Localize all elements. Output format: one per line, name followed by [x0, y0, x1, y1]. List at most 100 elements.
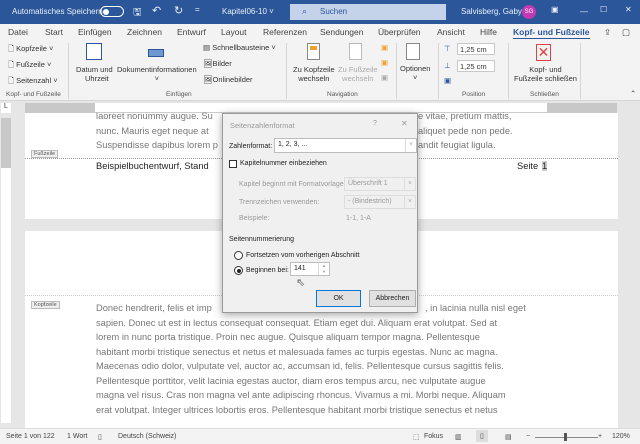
fortsetzen-label[interactable]: Fortsetzen vom vorherigen Abschnitt — [246, 252, 360, 259]
tab-sendungen[interactable]: Sendungen — [320, 27, 364, 37]
schnellbausteine-button[interactable]: ▤ Schnellbausteine ˅ — [203, 43, 276, 52]
kopfzeile-button[interactable]: 🗋 Kopfzeile ˅ — [8, 43, 53, 56]
autosave-toggle[interactable] — [100, 6, 124, 17]
mouse-cursor-icon: ⇖ — [296, 277, 306, 289]
tab-selector[interactable]: L — [1, 103, 11, 113]
tab-hilfe[interactable]: Hilfe — [480, 27, 497, 37]
zu-fusszeile-button: Zu Fußzeile wechseln — [338, 65, 378, 83]
focus-icon[interactable]: ⬚ — [413, 433, 420, 441]
body-text: , in lacinia nulla nisl eget — [425, 303, 526, 313]
dialog-close-button[interactable]: ✕ — [401, 119, 408, 128]
onlinebilder-button[interactable]: 🖼Onlinebilder — [203, 75, 253, 84]
body-text: e vitae, pretium mattis, — [418, 111, 512, 121]
footer-page-label[interactable]: Seite — [517, 161, 538, 171]
body-text: erat volutpat. Integer ultrices lobortis… — [96, 405, 498, 415]
proofing-icon[interactable]: ▯ — [98, 433, 102, 441]
start-number-spinner[interactable]: 141 ▲ ▼ — [290, 262, 330, 276]
quick-parts-icon: ▤ — [203, 43, 211, 52]
zoom-level[interactable]: 120% — [612, 433, 630, 440]
optionen-button[interactable]: Optionen ˅ — [400, 64, 430, 82]
minimize-icon[interactable]: — — [580, 7, 588, 16]
tab-einfuegen[interactable]: Einfügen — [78, 27, 112, 37]
group-label: Navigation — [327, 91, 358, 98]
calendar-clock-icon — [86, 43, 102, 60]
vertical-scrollbar[interactable] — [626, 103, 640, 425]
user-name[interactable]: Salvisberg, Gaby — [461, 7, 522, 16]
alignment-tab-icon[interactable]: ▣ — [444, 76, 451, 85]
tab-datei[interactable]: Datei — [8, 27, 28, 37]
page-number-field[interactable]: 1 — [542, 161, 548, 171]
kopf-und-fusszeile-schliessen-button[interactable]: Kopf- und Fußzeile schließen — [514, 65, 577, 83]
focus-button[interactable]: Fokus — [424, 433, 443, 440]
body-text: habitant morbi tristique senectus et net… — [96, 347, 498, 357]
zahlenformat-label: Zahlenformat: — [229, 143, 273, 150]
kapitel-formatvorlage-select: Überschrift 1 ˅ — [344, 177, 416, 191]
maximize-icon[interactable]: ☐ — [600, 5, 607, 14]
online-pictures-icon: 🖼 — [203, 75, 213, 84]
footer-text[interactable]: Beispielbuchentwurf, Stand — [96, 161, 209, 171]
collapse-ribbon-icon[interactable]: ⌃ — [630, 89, 636, 98]
body-text: laoreet nonummy augue. Su — [96, 111, 213, 121]
footer-position-input[interactable]: 1,25 cm — [457, 60, 495, 72]
bilder-button[interactable]: 🖼Bilder — [203, 59, 232, 68]
page-count[interactable]: Seite 1 von 122 — [6, 433, 55, 440]
word-count[interactable]: 1 Wort — [67, 433, 88, 440]
save-icon[interactable]: 🖫 — [133, 5, 142, 22]
beginnen-label[interactable]: Beginnen bei: — [246, 267, 289, 274]
tab-entwurf[interactable]: Entwurf — [177, 27, 206, 37]
help-button[interactable]: ? — [373, 120, 377, 127]
undo-icon[interactable]: ↶ — [152, 4, 161, 17]
ok-button[interactable]: OK — [316, 290, 361, 307]
document-title[interactable]: Kapitel06-10 ˅ — [222, 7, 274, 16]
header-label: Kopfzeile — [31, 301, 60, 309]
tab-layout[interactable]: Layout — [221, 27, 247, 37]
kapitelnummer-checkbox[interactable] — [229, 160, 237, 168]
tab-zeichnen[interactable]: Zeichnen — [127, 27, 162, 37]
ribbon-display-icon[interactable]: ▣ — [551, 5, 559, 14]
share-icon[interactable]: ⇪ — [604, 27, 611, 38]
spinner-arrows-icon[interactable]: ▲ ▼ — [318, 263, 329, 275]
abbrechen-button[interactable]: Abbrechen — [369, 290, 416, 307]
trennzeichen-select: - (Bindestrich) ˅ — [344, 195, 416, 209]
kapitel-formatvorlage-label: Kapitel beginnt mit Formatvorlage: — [239, 181, 346, 188]
fortsetzen-radio[interactable] — [234, 251, 243, 260]
ribbon: 🗋 Kopfzeile ˅ 🗋 Fußzeile ˅ 🗋 Seitenzahl … — [0, 39, 640, 101]
tab-referenzen[interactable]: Referenzen — [263, 27, 307, 37]
header-position-input[interactable]: 1,25 cm — [457, 43, 495, 55]
tab-ueberpruefen[interactable]: Überprüfen — [378, 27, 421, 37]
comments-icon[interactable]: ▢ — [622, 27, 630, 38]
avatar[interactable]: SG — [522, 5, 536, 19]
tab-ansicht[interactable]: Ansicht — [437, 27, 465, 37]
seitenzahl-button[interactable]: 🗋 Seitenzahl ˅ — [8, 75, 58, 88]
zoom-slider-thumb[interactable] — [564, 433, 567, 441]
body-text: Donec hendrerit, felis et imp — [96, 303, 212, 313]
tab-start[interactable]: Start — [45, 27, 63, 37]
zoom-out-button[interactable]: − — [526, 433, 530, 440]
beginnen-radio[interactable] — [234, 266, 243, 275]
search-icon: ⌕ — [302, 6, 308, 16]
dokumentinformationen-button[interactable]: Dokumentinformationen ˅ — [117, 65, 197, 83]
beispiele-value: 1-1, 1-A — [346, 215, 371, 222]
next-icon[interactable]: ▣ — [381, 58, 388, 67]
datum-button[interactable]: Datum und Uhrzeit — [76, 65, 113, 83]
document-info-icon — [148, 49, 164, 57]
zoom-in-button[interactable]: + — [598, 433, 602, 440]
body-text: sapien. Donec ut est in lectus consequat… — [96, 318, 498, 328]
fusszeile-button[interactable]: 🗋 Fußzeile ˅ — [8, 59, 51, 72]
zu-kopfzeile-button[interactable]: Zu Kopfzeile wechseln — [293, 65, 335, 83]
language[interactable]: Deutsch (Schweiz) — [118, 433, 176, 440]
web-layout-icon[interactable]: ▤ — [505, 433, 512, 441]
redo-icon[interactable]: ↻ — [174, 4, 183, 17]
customize-toolbar-icon[interactable]: = — [195, 5, 200, 14]
zahlenformat-select[interactable]: 1, 2, 3, ... ˅ — [274, 138, 417, 153]
previous-icon[interactable]: ▣ — [381, 43, 388, 52]
vertical-ruler[interactable] — [1, 118, 11, 423]
close-icon[interactable]: ✕ — [625, 5, 632, 14]
autosave-label: Automatisches Speichern — [12, 7, 103, 16]
kapitelnummer-label[interactable]: Kapitelnummer einbeziehen — [240, 160, 327, 167]
read-mode-icon[interactable]: ▥ — [455, 433, 462, 441]
search-box[interactable]: ⌕ Suchen — [290, 4, 446, 20]
print-layout-icon[interactable]: ▯ — [476, 430, 488, 442]
footer-label: Fußzeile — [31, 150, 59, 158]
status-bar: Seite 1 von 122 1 Wort ▯ Deutsch (Schwei… — [0, 428, 640, 444]
